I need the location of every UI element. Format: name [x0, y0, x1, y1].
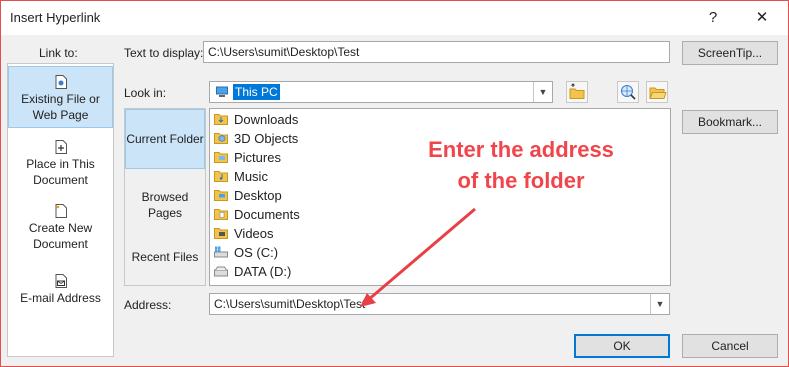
annotation-arrow-shaft: [367, 207, 476, 302]
annotation-arrow: [360, 207, 476, 307]
insert-hyperlink-dialog: Insert Hyperlink ? ✕ Link to: Existing F…: [0, 0, 789, 367]
